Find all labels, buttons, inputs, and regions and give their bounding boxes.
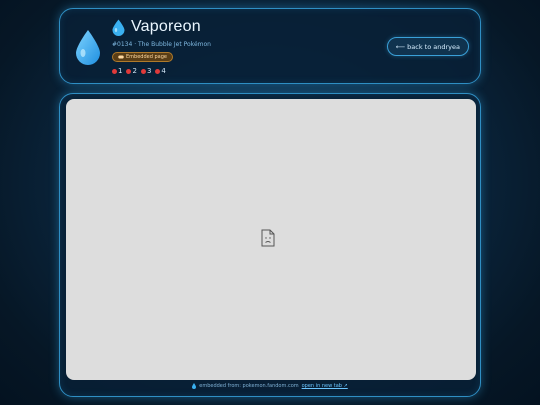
footer-drop-icon xyxy=(192,383,197,389)
page-title: Vaporeon xyxy=(131,18,201,35)
open-in-new-tab-link[interactable]: open in new tab ↗ xyxy=(302,383,348,389)
pokeball-item[interactable]: 2 xyxy=(126,67,137,75)
pokeball-icon xyxy=(112,68,117,74)
water-drop-icon xyxy=(76,30,100,65)
badge-label: Embedded page xyxy=(126,54,167,60)
gamepad-icon xyxy=(118,55,124,59)
back-button-label: ⟵ back to andryea xyxy=(395,42,460,51)
embed-card: embedded from: pokemon.fandom.com open i… xyxy=(59,93,481,397)
pokeball-item[interactable]: 1 xyxy=(112,67,122,75)
pokeball-icon xyxy=(155,68,161,74)
title-drop-icon xyxy=(112,19,125,36)
page-subtitle: #0134 · The Bubble Jet Pokémon xyxy=(112,41,211,48)
pokeball-item[interactable]: 4 xyxy=(155,67,166,75)
title-row: Vaporeon xyxy=(112,18,201,36)
broken-document-icon xyxy=(261,229,275,247)
embedded-badge: Embedded page xyxy=(112,52,173,62)
embed-footer: embedded from: pokemon.fandom.com open i… xyxy=(60,383,480,389)
pokeball-icon xyxy=(140,68,146,74)
embedded-iframe[interactable] xyxy=(66,99,476,380)
source-text: embedded from: pokemon.fandom.com xyxy=(199,383,299,389)
pokeball-item[interactable]: 3 xyxy=(140,67,151,75)
header-card: Vaporeon #0134 · The Bubble Jet Pokémon … xyxy=(59,8,481,84)
pokeball-icon xyxy=(126,68,132,74)
back-button[interactable]: ⟵ back to andryea xyxy=(386,37,469,56)
pokeball-list: 1 2 3 4 xyxy=(112,67,166,75)
